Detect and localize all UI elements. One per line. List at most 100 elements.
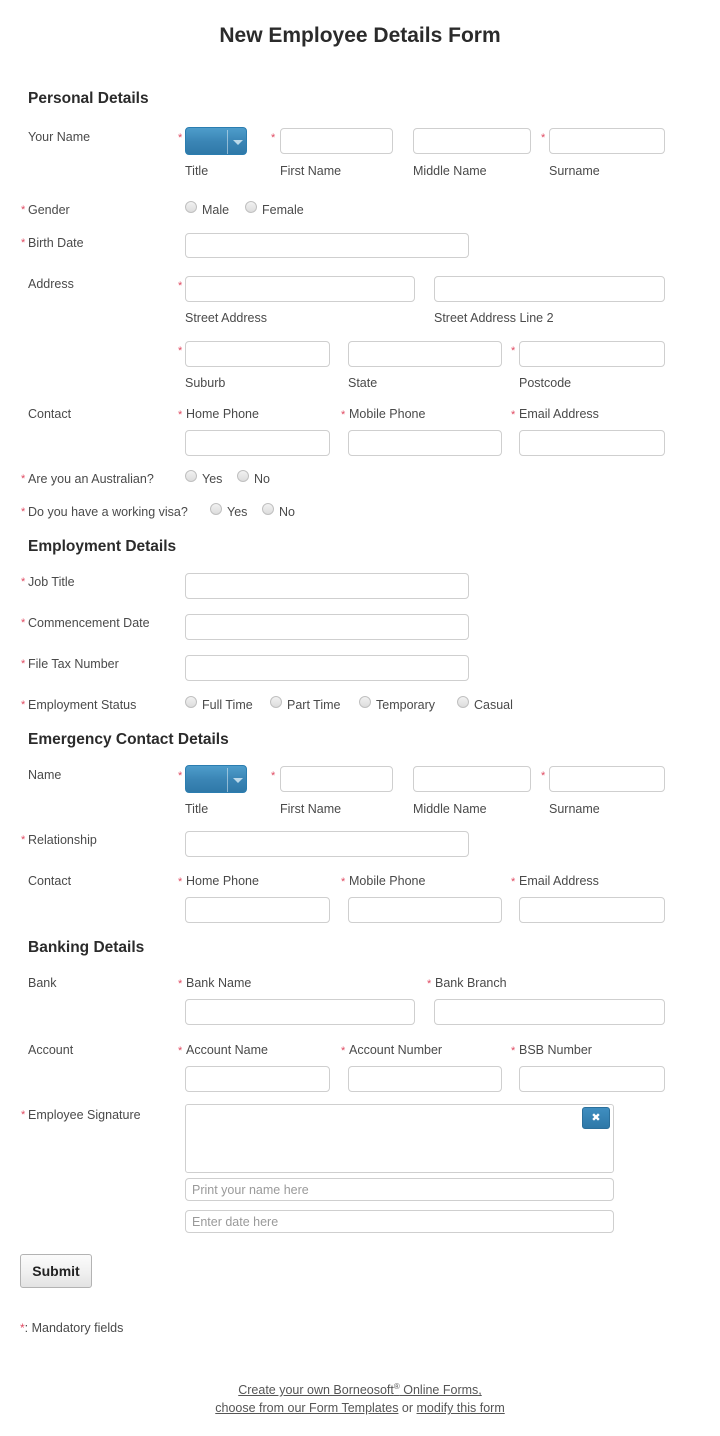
required-marker: * xyxy=(271,132,276,144)
bsb-number-input[interactable] xyxy=(519,1066,665,1092)
print-name-input[interactable] xyxy=(185,1178,614,1201)
bank-branch-input[interactable] xyxy=(434,999,665,1025)
emergency-title-select[interactable] xyxy=(185,765,247,793)
sublabel-home-phone: Home Phone xyxy=(186,407,259,421)
radio-australian-yes[interactable] xyxy=(185,470,197,482)
required-marker: * xyxy=(21,617,26,629)
required-marker: * xyxy=(341,409,346,421)
radio-label-australian-yes: Yes xyxy=(202,472,223,486)
emergency-first-name-input[interactable] xyxy=(280,766,393,792)
create-own-forms-link[interactable]: Create your own Borneosoft® Online Forms… xyxy=(238,1382,482,1397)
required-marker: * xyxy=(21,473,26,485)
mandatory-note: *: Mandatory fields xyxy=(20,1321,123,1335)
home-phone-input[interactable] xyxy=(185,430,330,456)
radio-label-status-part-time: Part Time xyxy=(287,698,341,712)
radio-gender-female[interactable] xyxy=(245,201,257,213)
required-marker: * xyxy=(541,770,546,782)
sublabel-street-address: Street Address xyxy=(185,311,267,325)
required-marker: * xyxy=(511,345,516,357)
suburb-input[interactable] xyxy=(185,341,330,367)
mobile-phone-input[interactable] xyxy=(348,430,502,456)
radio-visa-yes[interactable] xyxy=(210,503,222,515)
required-marker: * xyxy=(178,1045,183,1057)
emergency-mobile-phone-input[interactable] xyxy=(348,897,502,923)
radio-status-casual[interactable] xyxy=(457,696,469,708)
required-marker: * xyxy=(178,770,183,782)
required-marker: * xyxy=(178,409,183,421)
radio-status-temporary[interactable] xyxy=(359,696,371,708)
emergency-home-phone-input[interactable] xyxy=(185,897,330,923)
middle-name-input[interactable] xyxy=(413,128,531,154)
modify-this-form-link[interactable]: modify this form xyxy=(417,1401,505,1415)
signature-date-input[interactable] xyxy=(185,1210,614,1233)
surname-input[interactable] xyxy=(549,128,665,154)
required-marker: * xyxy=(178,978,183,990)
label-emergency-name: Name xyxy=(28,768,62,782)
sublabel-suburb: Suburb xyxy=(185,376,226,390)
employee-details-form-page: New Employee Details Form Personal Detai… xyxy=(0,0,720,1436)
clear-signature-button[interactable]: ✖ xyxy=(582,1107,610,1129)
radio-label-gender-male: Male xyxy=(202,203,230,217)
radio-visa-no[interactable] xyxy=(262,503,274,515)
label-working-visa: Do you have a working visa? xyxy=(28,505,188,519)
required-marker: * xyxy=(341,1045,346,1057)
required-marker: * xyxy=(178,876,183,888)
sublabel-bank-branch: Bank Branch xyxy=(435,976,507,990)
footer-or-text: or xyxy=(398,1401,417,1416)
radio-label-status-temporary: Temporary xyxy=(376,698,436,712)
commencement-date-input[interactable] xyxy=(185,614,469,640)
required-marker: * xyxy=(178,132,183,144)
postcode-input[interactable] xyxy=(519,341,665,367)
label-your-name: Your Name xyxy=(28,130,91,144)
street-address-2-input[interactable] xyxy=(434,276,665,302)
file-tax-number-input[interactable] xyxy=(185,655,469,681)
label-address: Address xyxy=(28,277,74,291)
sublabel-account-number: Account Number xyxy=(349,1043,443,1057)
birth-date-input[interactable] xyxy=(185,233,469,258)
account-name-input[interactable] xyxy=(185,1066,330,1092)
label-are-you-australian: Are you an Australian? xyxy=(28,472,154,486)
form-templates-link[interactable]: choose from our Form Templates xyxy=(215,1401,398,1415)
account-number-input[interactable] xyxy=(348,1066,502,1092)
sublabel-postcode: Postcode xyxy=(519,376,572,390)
emergency-surname-input[interactable] xyxy=(549,766,665,792)
sublabel-middle-name: Middle Name xyxy=(413,164,487,178)
first-name-input[interactable] xyxy=(280,128,393,154)
emergency-middle-name-input[interactable] xyxy=(413,766,531,792)
emergency-email-address-input[interactable] xyxy=(519,897,665,923)
sublabel-street-address-2: Street Address Line 2 xyxy=(434,311,554,325)
bank-name-input[interactable] xyxy=(185,999,415,1025)
chevron-down-icon xyxy=(233,778,243,783)
required-marker: * xyxy=(271,770,276,782)
title-select[interactable] xyxy=(185,127,247,155)
section-heading-employment: Employment Details xyxy=(28,538,177,555)
state-input[interactable] xyxy=(348,341,502,367)
relationship-input[interactable] xyxy=(185,831,469,857)
submit-button[interactable]: Submit xyxy=(20,1254,92,1288)
label-contact: Contact xyxy=(28,407,72,421)
required-marker: * xyxy=(541,132,546,144)
radio-status-full-time[interactable] xyxy=(185,696,197,708)
label-relationship: Relationship xyxy=(28,833,97,847)
sublabel-emergency-email-address: Email Address xyxy=(519,874,599,888)
required-marker: * xyxy=(21,576,26,588)
email-address-input[interactable] xyxy=(519,430,665,456)
sublabel-state: State xyxy=(348,376,378,390)
radio-label-status-full-time: Full Time xyxy=(202,698,253,712)
required-marker: * xyxy=(21,699,26,711)
street-address-input[interactable] xyxy=(185,276,415,302)
radio-australian-no[interactable] xyxy=(237,470,249,482)
mandatory-note-text: : Mandatory fields xyxy=(24,1321,124,1335)
select-divider xyxy=(227,768,228,792)
signature-pad[interactable] xyxy=(185,1104,614,1173)
job-title-input[interactable] xyxy=(185,573,469,599)
required-marker: * xyxy=(427,978,432,990)
radio-label-gender-female: Female xyxy=(262,203,304,217)
radio-gender-male[interactable] xyxy=(185,201,197,213)
radio-status-part-time[interactable] xyxy=(270,696,282,708)
required-marker: * xyxy=(341,876,346,888)
section-heading-banking: Banking Details xyxy=(28,939,145,956)
label-employment-status: Employment Status xyxy=(28,698,137,712)
required-marker: * xyxy=(21,1109,26,1121)
section-heading-emergency: Emergency Contact Details xyxy=(28,731,229,748)
